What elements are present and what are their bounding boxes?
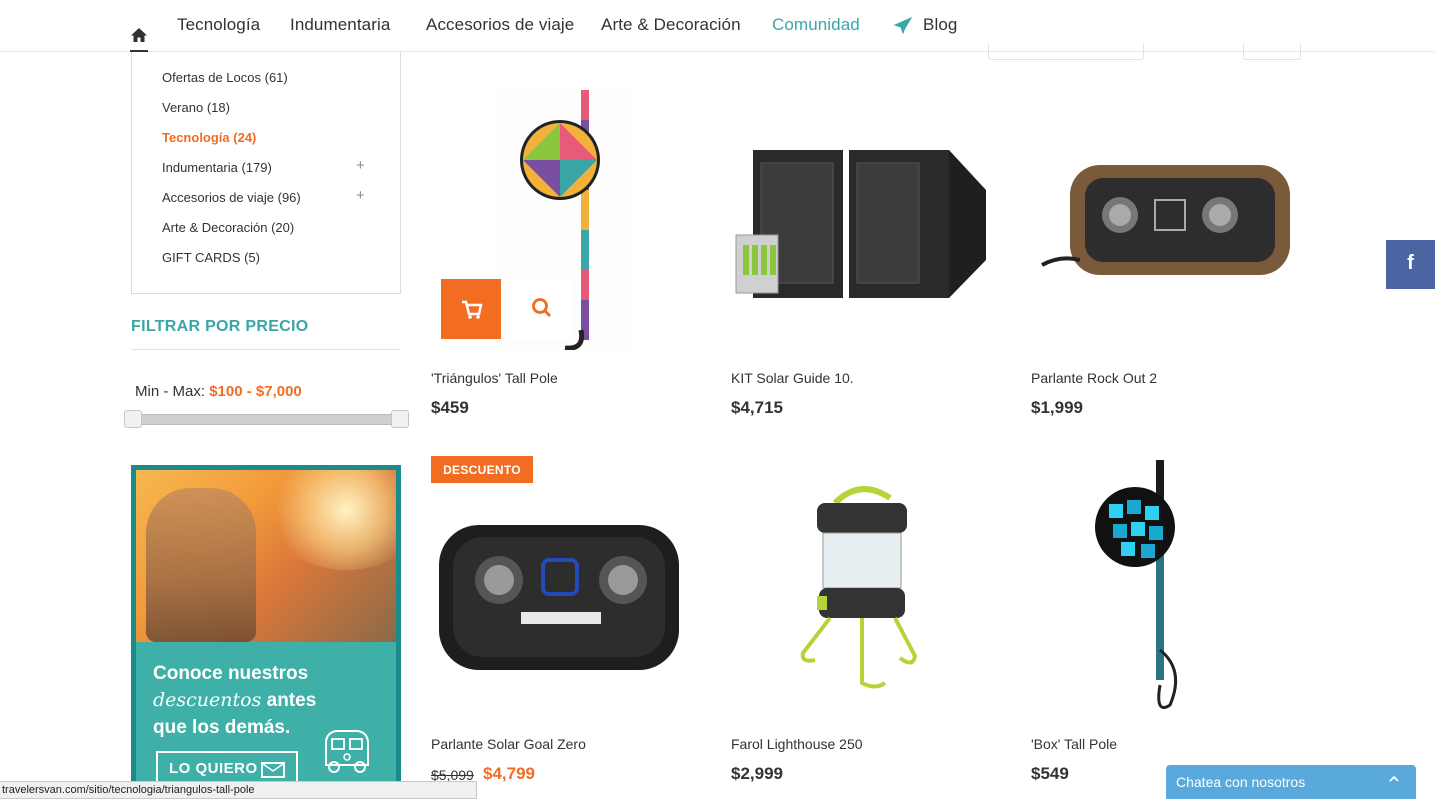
van-icon (325, 730, 369, 773)
home-icon[interactable] (130, 17, 148, 53)
banner-italic-word: descuentos (153, 689, 262, 711)
product-name[interactable]: 'Triángulos' Tall Pole (431, 370, 558, 386)
page: Tecnología Indumentaria Accesorios de vi… (0, 0, 1435, 799)
nav-item-blog[interactable]: Blog (923, 15, 957, 35)
product-image-parlante-solar[interactable] (431, 515, 686, 690)
category-tecnologia[interactable]: Tecnología (24) (162, 130, 256, 145)
banner-headline: Conoce nuestros descuentos antes que los… (153, 660, 316, 741)
nav-item-tecnologia[interactable]: Tecnología (177, 15, 260, 35)
view-toggle[interactable] (1243, 44, 1301, 60)
product-price: $2,999 (731, 764, 783, 783)
category-verano[interactable]: Verano (18) (162, 100, 230, 115)
search-icon (532, 298, 552, 318)
product-price: $1,999 (1031, 398, 1083, 417)
price-slider-max-handle[interactable] (391, 410, 409, 428)
category-indumentaria[interactable]: Indumentaria (179) (162, 160, 272, 175)
expand-accesorios-icon[interactable]: + (356, 187, 365, 204)
category-list: Ofertas de Locos (61) Verano (18) Tecnol… (131, 52, 401, 294)
add-to-cart-button[interactable] (441, 279, 501, 339)
chat-label: Chatea con nosotros (1176, 774, 1306, 790)
banner-content: Conoce nuestros descuentos antes que los… (136, 470, 396, 799)
banner-line-2: descuentos antes (153, 687, 316, 714)
product-price: $459 (431, 398, 469, 417)
sort-select[interactable] (988, 44, 1144, 60)
nav-item-arte[interactable]: Arte & Decoración (601, 15, 741, 35)
lo-quiero-button[interactable]: LO QUIERO (156, 751, 298, 785)
product-name[interactable]: Farol Lighthouse 250 (731, 736, 863, 752)
banner-traveler-image (146, 488, 256, 642)
product-price: $549 (1031, 764, 1069, 783)
range-value: $100 - $7,000 (209, 383, 302, 400)
facebook-icon: f (1407, 252, 1414, 274)
mail-icon (261, 762, 285, 778)
divider (131, 349, 401, 350)
product-sale-price: $4,799 (483, 764, 535, 783)
product-image-rock-out[interactable] (1040, 160, 1295, 290)
price-range-label: Min - Max: $100 - $7,000 (135, 383, 302, 400)
category-ofertas[interactable]: Ofertas de Locos (61) (162, 70, 288, 85)
discount-banner[interactable]: Conoce nuestros descuentos antes que los… (131, 465, 401, 799)
discount-badge: DESCUENTO (431, 456, 533, 483)
quick-view-button[interactable] (511, 279, 571, 339)
banner-line-2-rest: antes (261, 690, 317, 711)
airplane-icon (893, 16, 913, 35)
nav-item-accesorios[interactable]: Accesorios de viaje (426, 15, 574, 35)
chat-widget[interactable]: Chatea con nosotros (1166, 765, 1416, 799)
product-image-box-pole[interactable] (1095, 460, 1205, 720)
chevron-up-icon[interactable] (1388, 773, 1400, 785)
price-filter-title: FILTRAR POR PRECIO (131, 318, 309, 335)
product-name[interactable]: 'Box' Tall Pole (1031, 736, 1117, 752)
cart-icon (462, 300, 483, 319)
product-name[interactable]: KIT Solar Guide 10. (731, 370, 854, 386)
product-image-lighthouse[interactable] (795, 478, 925, 693)
nav-item-indumentaria[interactable]: Indumentaria (290, 15, 390, 35)
product-name[interactable]: Parlante Solar Goal Zero (431, 736, 586, 752)
range-prefix: Min - Max: (135, 383, 210, 400)
nav-item-comunidad[interactable]: Comunidad (772, 15, 860, 35)
expand-indumentaria-icon[interactable]: + (356, 157, 365, 174)
banner-photo (136, 470, 396, 642)
lo-quiero-label: LO QUIERO (169, 760, 258, 777)
facebook-button[interactable]: f (1386, 240, 1435, 289)
top-navigation: Tecnología Indumentaria Accesorios de vi… (0, 0, 1435, 52)
category-accesorios[interactable]: Accesorios de viaje (96) (162, 190, 301, 205)
price-slider-track[interactable] (131, 414, 408, 425)
browser-status-bar: travelersvan.com/sitio/tecnologia/triang… (0, 781, 477, 799)
product-name[interactable]: Parlante Rock Out 2 (1031, 370, 1157, 386)
product-price: $4,715 (731, 398, 783, 417)
banner-line-3: que los demás. (153, 717, 291, 738)
banner-line-1: Conoce nuestros (153, 663, 309, 684)
product-image-solar-kit[interactable] (731, 145, 996, 305)
banner-sunlight (266, 470, 396, 570)
category-gift-cards[interactable]: GIFT CARDS (5) (162, 250, 260, 265)
price-slider-min-handle[interactable] (124, 410, 142, 428)
category-arte[interactable]: Arte & Decoración (20) (162, 220, 294, 235)
